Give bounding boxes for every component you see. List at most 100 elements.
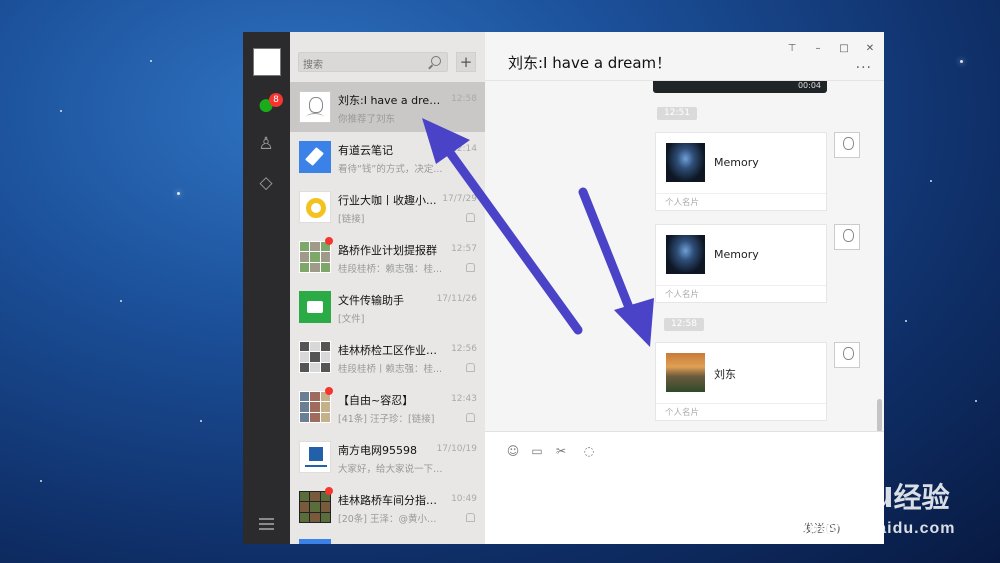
chat-name: 行业大咖丨收趣小...	[338, 194, 437, 207]
my-message-avatar[interactable]	[834, 342, 860, 368]
video-message[interactable]: 00:04	[653, 81, 827, 93]
chat-avatar	[299, 241, 331, 273]
chat-time: 17/10/19	[436, 444, 477, 454]
chat-time: 10:49	[451, 494, 477, 504]
mute-bell-icon	[466, 363, 475, 372]
chat-preview: [文件]	[338, 314, 365, 325]
card-label: 个人名片	[665, 290, 700, 300]
chat-list-item[interactable]: 【自由~容忍】 [41条] 汪子珍：[链接] 12:43	[290, 382, 485, 432]
chat-title: 刘东:I have a dream！	[508, 54, 672, 72]
my-message-avatar[interactable]	[834, 132, 860, 158]
chat-preview: 大家好，给大家说一下，...	[338, 464, 446, 475]
favorites-nav-icon[interactable]: ◇	[255, 172, 277, 194]
timestamp: 12:58	[664, 318, 704, 331]
card-thumbnail	[666, 235, 705, 274]
chat-name: 刘东:I have a drea...	[338, 94, 446, 107]
mute-bell-icon	[466, 413, 475, 422]
chat-avatar	[299, 441, 331, 473]
search-box	[298, 52, 448, 75]
card-label: 个人名片	[665, 408, 700, 418]
add-button[interactable]: +	[456, 52, 476, 72]
chat-list-item[interactable]: 路桥作业计划提报群 桂段桂桥：赖志强：桂... 12:57	[290, 232, 485, 282]
my-message-avatar[interactable]	[834, 224, 860, 250]
mute-bell-icon	[466, 263, 475, 272]
chat-time: 17/11/26	[436, 294, 477, 304]
video-duration: 00:04	[797, 81, 821, 90]
chat-time: 12:56	[451, 344, 477, 354]
chat-avatar	[299, 539, 331, 544]
chat-preview: [链接]	[338, 214, 365, 225]
chat-name: 路桥作业计划提报群	[338, 244, 437, 257]
minimize-icon[interactable]: –	[810, 42, 826, 56]
chat-avatar	[299, 291, 331, 323]
emoji-icon[interactable]: ☺	[506, 444, 520, 458]
chat-time: 12:14	[451, 144, 477, 154]
unread-dot	[325, 487, 333, 495]
contact-card-message[interactable]: Memory 个人名片	[655, 224, 827, 303]
folder-icon[interactable]: ▭	[530, 444, 544, 458]
chat-name: 文件传输助手	[338, 294, 404, 307]
conversation-list: + 刘东:I have a drea... 你推荐了刘东 12:58 有道云笔记看待“…	[290, 32, 486, 544]
chat-avatar	[299, 91, 331, 123]
search-icon	[431, 56, 441, 66]
chat-name: 【自由~容忍】	[338, 394, 414, 407]
chat-name: 桂林路桥车间分指挥...	[338, 494, 446, 507]
unread-dot	[325, 237, 333, 245]
chat-preview: 你推荐了刘东	[338, 114, 396, 125]
chat-list-item[interactable]: 行业大咖丨收趣小... [链接] 17/7/29	[290, 182, 485, 232]
message-scrollbar[interactable]	[877, 399, 882, 432]
message-area: 00:04 12:51 Memory 个人名片 Memory 个人名片 12:5…	[485, 80, 884, 432]
contact-card-message[interactable]: 刘东 个人名片	[655, 342, 827, 421]
my-avatar[interactable]	[253, 48, 281, 76]
chat-name: 南方电网95598	[338, 444, 417, 457]
chat-preview: 桂段桂桥：赖志强：桂...	[338, 264, 443, 275]
chat-avatar	[299, 341, 331, 373]
chat-time: 17/7/29	[442, 194, 477, 204]
search-input[interactable]	[299, 56, 427, 75]
chat-list-item[interactable]: 南方电网95598 大家好，给大家说一下，... 17/10/19	[290, 432, 485, 482]
watermark-brand: Bai du经验	[760, 474, 950, 516]
chat-list-item[interactable]: 桂林桥检工区作业计划 桂段桂桥丨赖志强：桂... 12:56	[290, 332, 485, 382]
chat-time: 12:58	[451, 94, 477, 104]
scissors-icon[interactable]: ✂	[554, 444, 568, 458]
chat-preview: 看待“钱”的方式，决定...	[338, 164, 443, 175]
pin-icon[interactable]: ⊤	[784, 42, 800, 56]
unread-dot	[325, 387, 333, 395]
chat-list-item[interactable]: 刘东:I have a drea... 你推荐了刘东 12:58	[290, 82, 485, 132]
chat-name: 桂林桥检工区作业计划	[338, 344, 446, 357]
card-name: 刘东	[714, 368, 736, 381]
card-thumbnail	[666, 143, 705, 182]
more-options-button[interactable]: ...	[856, 56, 872, 72]
window-controls: ⊤ – □ ✕	[774, 36, 878, 54]
mute-bell-icon	[466, 213, 475, 222]
chat-avatar	[299, 191, 331, 223]
contact-card-message[interactable]: Memory 个人名片	[655, 132, 827, 211]
chat-avatar	[299, 391, 331, 423]
unread-badge: 8	[269, 93, 283, 107]
chat-time: 12:43	[451, 394, 477, 404]
close-icon[interactable]: ✕	[862, 42, 878, 56]
chat-list-item[interactable]: 有道云笔记看待“钱”的方式，决定... 12:14	[290, 132, 485, 182]
chat-name: 有道云笔记	[338, 144, 393, 157]
card-name: Memory	[714, 156, 759, 169]
chat-list-item[interactable]: 桂林路桥车间分指挥... [20条] 王泽：@黄小飞 ... 10:49	[290, 482, 485, 532]
chat-preview: [20条] 王泽：@黄小飞 ...	[338, 514, 446, 525]
baidu-watermark: Bai du经验 jingyan.baidu.com	[740, 458, 970, 548]
chat-list-item[interactable]: 文件传输助手 [文件] 17/11/26	[290, 282, 485, 332]
chat-avatar	[299, 491, 331, 523]
mute-bell-icon	[466, 513, 475, 522]
menu-icon[interactable]	[259, 518, 274, 530]
chat-time: 12:57	[451, 244, 477, 254]
contacts-nav-icon[interactable]: ♙	[255, 133, 277, 155]
left-nav: ● 8 ♙ ◇	[243, 32, 290, 544]
card-label: 个人名片	[665, 198, 700, 208]
card-name: Memory	[714, 248, 759, 261]
watermark-site: jingyan.baidu.com	[798, 520, 956, 537]
chat-preview: [41条] 汪子珍：[链接]	[338, 414, 435, 425]
chat-history-icon[interactable]: ◌	[582, 444, 596, 458]
card-thumbnail	[666, 353, 705, 392]
timestamp: 12:51	[657, 107, 697, 120]
chat-avatar	[299, 141, 331, 173]
chat-preview: 桂段桂桥丨赖志强：桂...	[338, 364, 443, 375]
maximize-icon[interactable]: □	[836, 42, 852, 56]
